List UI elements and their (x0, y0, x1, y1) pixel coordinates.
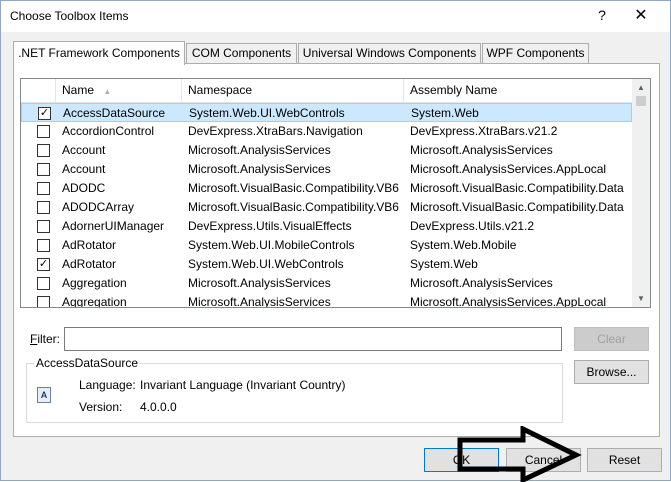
row-namespace: Microsoft.AnalysisServices (188, 276, 331, 290)
table-row[interactable]: Account Microsoft.AnalysisServices Micro… (21, 160, 632, 179)
row-name: ADODC (62, 181, 106, 195)
row-assembly: DevExpress.XtraBars.v21.2 (410, 124, 558, 138)
row-namespace: System.Web.UI.WebControls (188, 257, 344, 271)
row-name: AccessDataSource (63, 106, 166, 120)
row-name: AdRotator (62, 257, 117, 271)
header-assembly-name[interactable]: Assembly Name (404, 79, 632, 103)
details-group-title: AccessDataSource (34, 356, 141, 370)
version-value: 4.0.0.0 (140, 400, 177, 414)
row-namespace: Microsoft.AnalysisServices (188, 295, 331, 308)
row-checkbox[interactable] (37, 277, 50, 290)
row-name: AdRotator (62, 238, 117, 252)
row-name: ADODCArray (62, 200, 135, 214)
table-row[interactable]: Aggregation Microsoft.AnalysisServices M… (21, 293, 632, 308)
tab-net-framework-components[interactable]: .NET Framework Components (13, 41, 185, 65)
table-row[interactable]: ✓ AdRotator System.Web.UI.WebControls Sy… (21, 255, 632, 274)
component-icon: A (37, 387, 51, 403)
row-namespace: System.Web.UI.WebControls (189, 106, 345, 120)
language-value: Invariant Language (Invariant Country) (140, 378, 346, 392)
annotation-arrow-icon (457, 426, 582, 482)
filter-label: Filter: (30, 332, 61, 346)
row-namespace: Microsoft.VisualBasic.Compatibility.VB6 (188, 181, 399, 195)
table-row[interactable]: AdRotator System.Web.UI.MobileControls S… (21, 236, 632, 255)
row-namespace: DevExpress.Utils.VisualEffects (188, 219, 352, 233)
row-checkbox[interactable] (37, 144, 50, 157)
scroll-thumb[interactable] (636, 96, 646, 106)
row-name: AdornerUIManager (62, 219, 165, 233)
row-checkbox[interactable] (37, 125, 50, 138)
row-assembly: Microsoft.AnalysisServices (410, 276, 553, 290)
row-name: AccordionControl (62, 124, 155, 138)
table-row[interactable]: ADODCArray Microsoft.VisualBasic.Compati… (21, 198, 632, 217)
components-list[interactable]: Name ▲ Namespace Assembly Name ✓ AccessD… (20, 78, 651, 308)
help-button[interactable]: ? (594, 7, 610, 25)
scroll-down-icon[interactable]: ▼ (632, 290, 650, 307)
table-row[interactable]: ✓ AccessDataSource System.Web.UI.WebCont… (21, 103, 632, 122)
table-row[interactable]: Aggregation Microsoft.AnalysisServices M… (21, 274, 632, 293)
table-row[interactable]: Account Microsoft.AnalysisServices Micro… (21, 141, 632, 160)
list-header: Name ▲ Namespace Assembly Name (21, 79, 632, 103)
row-namespace: DevExpress.XtraBars.Navigation (188, 124, 363, 138)
row-name: Aggregation (62, 295, 127, 308)
header-assembly-label: Assembly Name (410, 83, 498, 97)
row-checkbox[interactable] (37, 296, 50, 307)
vertical-scrollbar[interactable]: ▲ ▼ (632, 79, 650, 307)
table-row[interactable]: AdornerUIManager DevExpress.Utils.Visual… (21, 217, 632, 236)
tab-com-components[interactable]: COM Components (186, 43, 297, 64)
row-assembly: Microsoft.AnalysisServices.AppLocal (410, 162, 607, 176)
row-assembly: Microsoft.VisualBasic.Compatibility.Data (410, 200, 624, 214)
row-assembly: Microsoft.AnalysisServices.AppLocal (410, 295, 607, 308)
title-bar: Choose Toolbox Items ? ✕ (1, 1, 670, 32)
tab-label: .NET Framework Components (18, 46, 180, 60)
tab-label: Universal Windows Components (302, 46, 477, 60)
sort-ascending-icon: ▲ (103, 87, 112, 96)
row-checkbox[interactable] (37, 220, 50, 233)
clear-button-label: Clear (597, 332, 626, 346)
header-check-column[interactable] (21, 79, 56, 103)
tab-label: COM Components (191, 46, 292, 60)
window-title: Choose Toolbox Items (10, 9, 129, 23)
row-namespace: Microsoft.AnalysisServices (188, 162, 331, 176)
tab-label: WPF Components (486, 46, 585, 60)
clear-button[interactable]: Clear (574, 327, 649, 351)
row-assembly: System.Web (411, 106, 479, 120)
row-checkbox[interactable]: ✓ (37, 258, 50, 271)
row-checkbox[interactable] (37, 201, 50, 214)
header-namespace[interactable]: Namespace (182, 79, 404, 103)
row-checkbox[interactable] (37, 182, 50, 195)
dialog-window: Choose Toolbox Items ? ✕ .NET Framework … (0, 0, 671, 482)
browse-button[interactable]: Browse... (574, 360, 649, 384)
header-name[interactable]: Name ▲ (56, 79, 182, 103)
header-name-label: Name (62, 83, 95, 97)
component-details-group (26, 363, 563, 423)
row-assembly: Microsoft.VisualBasic.Compatibility.Data (410, 181, 624, 195)
filter-input[interactable] (64, 327, 562, 351)
close-button[interactable]: ✕ (626, 5, 656, 27)
row-name: Account (62, 162, 106, 176)
table-row[interactable]: ADODC Microsoft.VisualBasic.Compatibilit… (21, 179, 632, 198)
row-assembly: System.Web (410, 257, 478, 271)
row-assembly: Microsoft.AnalysisServices (410, 143, 553, 157)
row-assembly: System.Web.Mobile (410, 238, 517, 252)
scroll-up-icon[interactable]: ▲ (632, 79, 650, 96)
row-name: Aggregation (62, 276, 127, 290)
header-namespace-label: Namespace (188, 83, 253, 97)
row-namespace: Microsoft.AnalysisServices (188, 143, 331, 157)
tab-wpf-components[interactable]: WPF Components (482, 43, 589, 64)
browse-button-label: Browse... (586, 365, 637, 379)
version-label: Version: (79, 400, 123, 414)
row-checkbox[interactable] (37, 239, 50, 252)
reset-button-label: Reset (608, 453, 641, 467)
language-label: Language: (79, 378, 136, 392)
reset-button[interactable]: Reset (587, 448, 662, 472)
row-name: Account (62, 143, 106, 157)
row-checkbox[interactable] (37, 163, 50, 176)
row-checkbox[interactable]: ✓ (38, 107, 51, 120)
row-namespace: Microsoft.VisualBasic.Compatibility.VB6 (188, 200, 399, 214)
row-namespace: System.Web.UI.MobileControls (188, 238, 355, 252)
row-assembly: DevExpress.Utils.v21.2 (410, 219, 535, 233)
table-row[interactable]: AccordionControl DevExpress.XtraBars.Nav… (21, 122, 632, 141)
tab-universal-windows-components[interactable]: Universal Windows Components (298, 43, 481, 64)
